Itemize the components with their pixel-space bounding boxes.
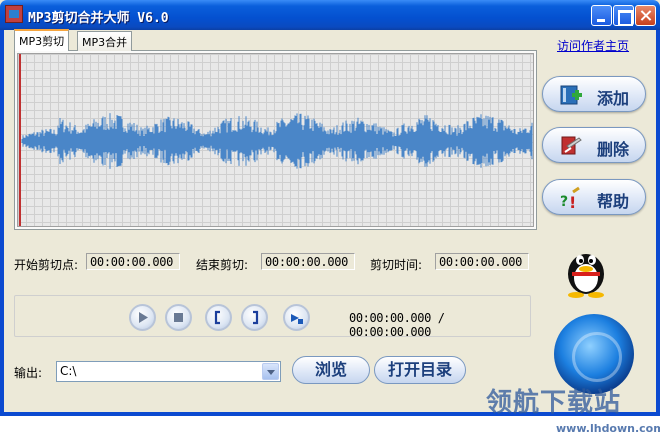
- app-window: MP3剪切合并大师 V6.0 MP3合并 MP3剪切 访问作者主页 添加 删除 …: [0, 0, 660, 435]
- mark-end-button[interactable]: [241, 304, 268, 331]
- output-path-value: C:\: [60, 364, 77, 378]
- stop-icon: [174, 313, 183, 322]
- delete-button[interactable]: 删除: [542, 127, 646, 163]
- cut-duration-label: 剪切时间:: [370, 258, 423, 272]
- minimize-button[interactable]: [591, 5, 612, 26]
- client-area: MP3合并 MP3剪切 访问作者主页 添加 删除 ? ! 帮助 开始剪切点: 0…: [4, 29, 660, 435]
- add-button-label: 添加: [597, 89, 630, 108]
- output-path-select[interactable]: C:\: [56, 361, 281, 382]
- delete-icon: [561, 136, 582, 155]
- waveform-graph: [21, 113, 533, 169]
- start-cut-label: 开始剪切点:: [14, 258, 79, 272]
- output-label: 输出:: [14, 366, 43, 380]
- browse-button[interactable]: 浏览: [292, 356, 370, 384]
- waveform-panel: [14, 50, 537, 230]
- add-file-icon: [560, 85, 582, 105]
- close-button[interactable]: [635, 5, 656, 26]
- play-selection-icon: [291, 314, 303, 324]
- end-cut-field[interactable]: 00:00:00.000: [261, 253, 355, 270]
- help-button-label: 帮助: [597, 192, 630, 211]
- tab-mp3-cut[interactable]: MP3剪切: [14, 29, 70, 51]
- add-button[interactable]: 添加: [542, 76, 646, 112]
- mark-end-icon: [253, 310, 259, 325]
- mark-start-button[interactable]: [205, 304, 232, 331]
- stop-button[interactable]: [165, 304, 192, 331]
- svg-text:!: !: [569, 193, 576, 210]
- play-icon: [139, 312, 148, 323]
- qq-penguin-icon[interactable]: [564, 242, 608, 298]
- help-button[interactable]: ? ! 帮助: [542, 179, 646, 215]
- watermark-url: www.lhdown.com: [556, 422, 660, 435]
- waveform-view[interactable]: [17, 53, 534, 227]
- open-directory-button[interactable]: 打开目录: [374, 356, 466, 384]
- maximize-button[interactable]: [613, 5, 634, 26]
- start-cut-field[interactable]: 00:00:00.000: [86, 253, 180, 270]
- help-icon: ? !: [560, 186, 580, 210]
- waveform-trace: [21, 113, 533, 169]
- window-frame-right: [656, 30, 660, 416]
- play-selection-button[interactable]: [283, 304, 310, 331]
- delete-button-label: 删除: [597, 140, 630, 159]
- end-cut-label: 结束剪切:: [196, 258, 249, 272]
- app-icon: [5, 5, 23, 23]
- window-title: MP3剪切合并大师 V6.0: [28, 11, 169, 26]
- chevron-down-icon[interactable]: [262, 363, 279, 380]
- watermark-text: 领航下载站: [486, 388, 622, 418]
- svg-text:?: ?: [560, 194, 568, 210]
- cut-duration-field[interactable]: 00:00:00.000: [435, 253, 529, 270]
- play-button[interactable]: [129, 304, 156, 331]
- playback-time-display: 00:00:00.000 / 00:00:00.000: [349, 311, 445, 339]
- player-controls: 00:00:00.000 / 00:00:00.000: [14, 295, 531, 339]
- tab-mp3-merge[interactable]: MP3合并: [77, 31, 133, 51]
- title-bar[interactable]: MP3剪切合并大师 V6.0: [0, 0, 660, 30]
- mark-start-icon: [214, 310, 220, 325]
- author-homepage-link[interactable]: 访问作者主页: [557, 37, 629, 54]
- playhead-cursor[interactable]: [19, 54, 21, 226]
